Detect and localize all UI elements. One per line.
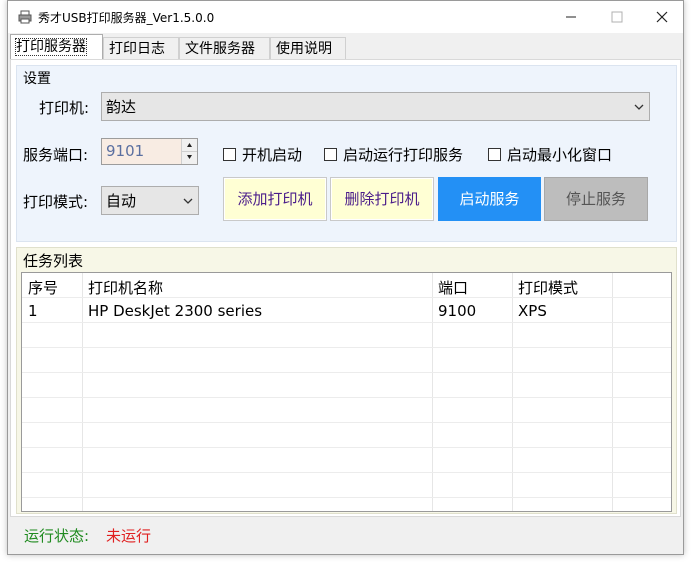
settings-group: 设置 打印机: 韵达 服务端口: 9101 开机启动 启动运行打印服务 启动最小… bbox=[16, 65, 677, 242]
settings-title: 设置 bbox=[23, 71, 51, 87]
stop-service-button[interactable]: 停止服务 bbox=[544, 177, 648, 221]
cell-port: 9100 bbox=[438, 302, 477, 320]
stepper-down-button[interactable] bbox=[182, 151, 197, 163]
column-header[interactable]: 端口 bbox=[438, 277, 468, 298]
mode-label: 打印模式: bbox=[23, 193, 89, 211]
minimize-label: 启动最小化窗口 bbox=[507, 146, 613, 164]
tab-print-log[interactable]: 打印日志 bbox=[103, 37, 179, 59]
cell-mode: XPS bbox=[518, 302, 547, 320]
table-row-empty bbox=[22, 423, 671, 448]
tab-instructions[interactable]: 使用说明 bbox=[270, 37, 346, 59]
checkbox-box bbox=[324, 148, 337, 161]
port-stepper[interactable]: 9101 bbox=[101, 138, 198, 165]
close-icon bbox=[656, 11, 668, 23]
mode-select[interactable]: 自动 bbox=[101, 186, 199, 215]
tab-label: 使用说明 bbox=[276, 41, 332, 57]
title-bar: 秀才USB打印服务器_Ver1.5.0.0 bbox=[8, 1, 683, 33]
maximize-button[interactable] bbox=[594, 1, 640, 33]
port-value: 9101 bbox=[106, 142, 145, 160]
triangle-down-icon bbox=[187, 155, 192, 159]
status-label: 运行状态: bbox=[24, 527, 90, 545]
cell-printer-name: HP DeskJet 2300 series bbox=[88, 302, 263, 320]
tab-label: 打印服务器 bbox=[15, 38, 87, 56]
column-header[interactable]: 打印模式 bbox=[518, 277, 578, 298]
table-header: 序号 打印机名称 端口 打印模式 bbox=[22, 273, 671, 298]
tab-label: 文件服务器 bbox=[185, 41, 255, 57]
minimize-button[interactable] bbox=[548, 1, 594, 33]
maximize-icon bbox=[611, 11, 623, 23]
task-list-title: 任务列表 bbox=[23, 252, 84, 270]
window-title: 秀才USB打印服务器_Ver1.5.0.0 bbox=[38, 11, 215, 25]
cell-index: 1 bbox=[28, 302, 38, 320]
status-value: 未运行 bbox=[106, 527, 152, 545]
tab-panel: 设置 打印机: 韵达 服务端口: 9101 开机启动 启动运行打印服务 启动最小… bbox=[10, 59, 681, 517]
start-service-button[interactable]: 启动服务 bbox=[438, 177, 541, 221]
add-printer-button[interactable]: 添加打印机 bbox=[223, 177, 327, 221]
run-service-label: 启动运行打印服务 bbox=[343, 146, 464, 164]
checkbox-box bbox=[223, 148, 236, 161]
autostart-label: 开机启动 bbox=[242, 146, 303, 164]
port-label: 服务端口: bbox=[23, 146, 89, 164]
triangle-up-icon bbox=[187, 143, 192, 147]
table-row-empty bbox=[22, 348, 671, 373]
tab-print-server[interactable]: 打印服务器 bbox=[10, 34, 103, 60]
printer-icon bbox=[18, 10, 32, 24]
column-header[interactable]: 序号 bbox=[28, 277, 58, 298]
table-row-empty bbox=[22, 448, 671, 473]
close-button[interactable] bbox=[639, 1, 685, 33]
printer-select[interactable]: 韵达 bbox=[101, 92, 650, 121]
table-row-empty bbox=[22, 398, 671, 423]
chevron-down-icon bbox=[634, 104, 644, 110]
tab-label: 打印日志 bbox=[109, 41, 165, 57]
stepper-buttons bbox=[181, 139, 197, 164]
table-row-empty bbox=[22, 373, 671, 398]
task-list-group: 任务列表 序号 打印机名称 端口 打印模式 1 HP DeskJet 2300 … bbox=[16, 247, 677, 514]
checkbox-box bbox=[488, 148, 501, 161]
mode-select-value: 自动 bbox=[106, 192, 137, 210]
table-row-empty bbox=[22, 473, 671, 498]
delete-printer-button[interactable]: 删除打印机 bbox=[330, 177, 434, 221]
table-row[interactable]: 1 HP DeskJet 2300 series 9100 XPS bbox=[22, 298, 671, 323]
task-table[interactable]: 序号 打印机名称 端口 打印模式 1 HP DeskJet 2300 serie… bbox=[21, 272, 672, 512]
minimize-icon bbox=[566, 16, 576, 18]
printer-select-value: 韵达 bbox=[106, 98, 137, 116]
column-header[interactable]: 打印机名称 bbox=[88, 277, 163, 298]
printer-label: 打印机: bbox=[39, 99, 90, 117]
chevron-down-icon bbox=[183, 198, 193, 204]
tab-file-server[interactable]: 文件服务器 bbox=[179, 37, 270, 59]
app-window: 秀才USB打印服务器_Ver1.5.0.0 打印服务器 打印日志 文件服务器 使… bbox=[7, 0, 684, 555]
table-row-empty bbox=[22, 323, 671, 348]
